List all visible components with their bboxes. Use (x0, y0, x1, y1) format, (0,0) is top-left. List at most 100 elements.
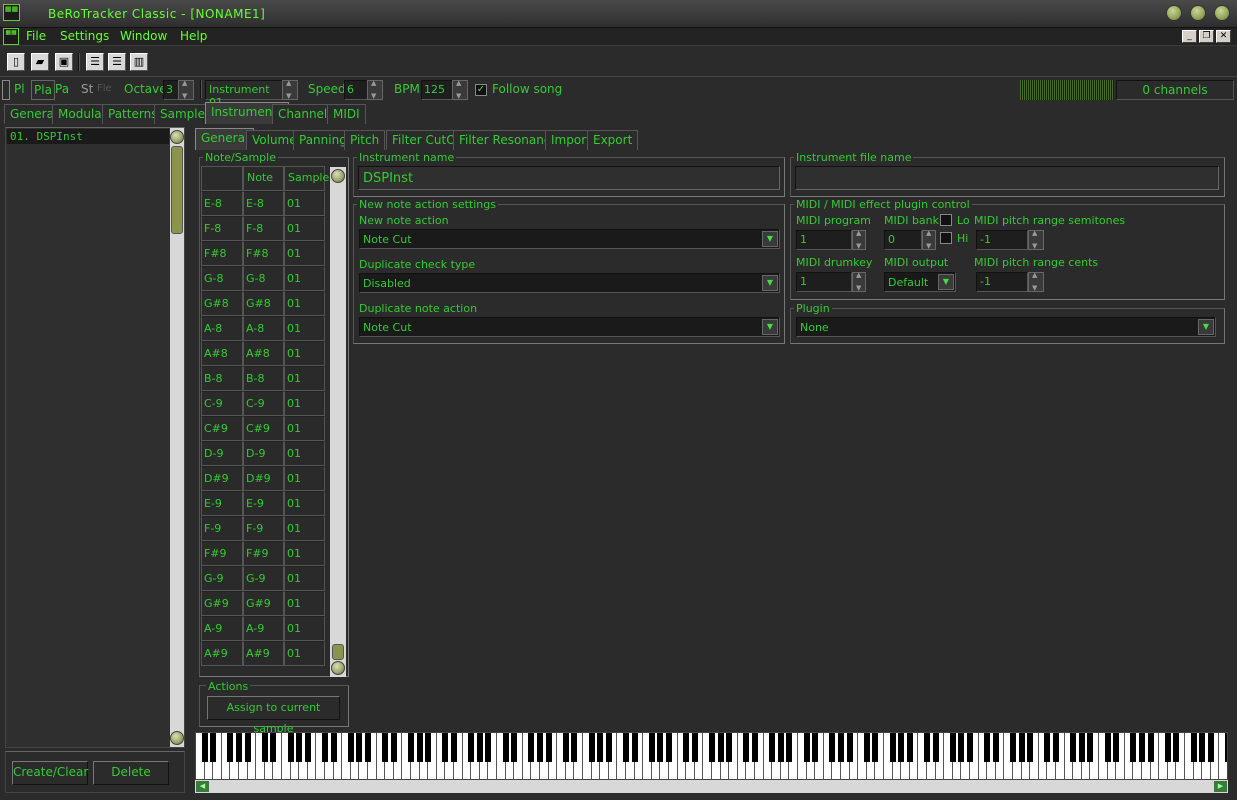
plugin-select[interactable]: None ▼ (796, 317, 1216, 337)
instrument-select[interactable]: Instrument 01 (205, 80, 283, 109)
grid-row-note[interactable]: F#9 (243, 541, 284, 566)
piano-black-key[interactable] (648, 733, 655, 762)
piano-black-key[interactable] (605, 733, 612, 762)
grid-row-key[interactable]: F-9 (201, 516, 243, 541)
piano-black-key[interactable] (691, 733, 698, 762)
piano-black-key[interactable] (296, 733, 303, 762)
speed-spinner[interactable] (367, 79, 383, 100)
grid-row-note[interactable]: C-9 (243, 391, 284, 416)
scroll-down-icon[interactable] (331, 661, 345, 675)
mdi-restore-icon[interactable]: ❐ (1199, 30, 1214, 43)
piano-black-key[interactable] (1199, 733, 1206, 762)
piano-black-key[interactable] (984, 733, 991, 762)
grid-row-key[interactable]: A-8 (201, 316, 243, 341)
grid-row-key[interactable]: A#8 (201, 341, 243, 366)
midi-bank-hi-checkbox[interactable] (940, 232, 952, 244)
piano-black-key[interactable] (923, 733, 930, 762)
piano-black-key[interactable] (1027, 733, 1034, 762)
layout-2-icon[interactable]: ☰ (108, 53, 126, 71)
piano-black-key[interactable] (511, 733, 518, 762)
grid-row-note[interactable]: D#9 (243, 466, 284, 491)
piano-black-key[interactable] (872, 733, 879, 762)
piano-black-key[interactable] (485, 733, 492, 762)
piano-black-key[interactable] (356, 733, 363, 762)
grid-row-key[interactable]: E-8 (201, 191, 243, 216)
grid-row-key[interactable]: A-9 (201, 616, 243, 641)
scroll-left-icon[interactable]: ◀ (196, 781, 209, 792)
grid-row-key[interactable]: A#9 (201, 641, 243, 666)
mini-tab-pl[interactable]: Pl (14, 80, 25, 100)
grid-row-sample[interactable]: 01 (284, 216, 325, 241)
piano-black-key[interactable] (786, 733, 793, 762)
piano-black-key[interactable] (468, 733, 475, 762)
piano-black-key[interactable] (992, 733, 999, 762)
instrument-list-scrollbar[interactable] (170, 128, 184, 747)
grid-row-note[interactable]: A-8 (243, 316, 284, 341)
grid-row-sample[interactable]: 01 (284, 191, 325, 216)
grid-row-note[interactable]: B-8 (243, 366, 284, 391)
instrument-name-input[interactable]: DSPInst (358, 166, 780, 190)
piano-black-key[interactable] (1070, 733, 1077, 762)
grid-row-note[interactable]: E-9 (243, 491, 284, 516)
bpm-spinner[interactable] (452, 79, 468, 100)
grid-row-key[interactable]: B-8 (201, 366, 243, 391)
grid-row-key[interactable]: D-9 (201, 441, 243, 466)
inst-tab-export[interactable]: Export (587, 130, 639, 150)
grid-row-sample[interactable]: 01 (284, 616, 325, 641)
midi-program-input[interactable]: 1 (796, 230, 852, 250)
grid-row-key[interactable]: G-8 (201, 266, 243, 291)
close-window-button[interactable] (1214, 5, 1230, 21)
menu-settings[interactable]: Settings (60, 29, 109, 43)
piano-black-key[interactable] (1009, 733, 1016, 762)
duplicate-check-type-select[interactable]: Disabled ▼ (359, 273, 780, 293)
midi-bank-lo-checkbox[interactable] (940, 214, 952, 226)
mdi-minimize-icon[interactable]: _ (1182, 30, 1197, 43)
midi-pitch-cents-input[interactable]: -1 (976, 272, 1028, 292)
piano-black-key[interactable] (812, 733, 819, 762)
piano-black-key[interactable] (743, 733, 750, 762)
scroll-down-icon[interactable] (170, 731, 184, 745)
piano-black-key[interactable] (1190, 733, 1197, 762)
grid-row-note[interactable]: A#8 (243, 341, 284, 366)
grid-row-sample[interactable]: 01 (284, 466, 325, 491)
grid-row-sample[interactable]: 01 (284, 391, 325, 416)
piano-black-key[interactable] (597, 733, 604, 762)
maximize-window-button[interactable] (1190, 5, 1206, 21)
piano-scrollbar[interactable]: ◀ ▶ (195, 780, 1228, 793)
piano-black-key[interactable] (1052, 733, 1059, 762)
octave-spinner[interactable] (178, 79, 194, 100)
menu-file[interactable]: File (26, 29, 46, 43)
speed-input[interactable]: 6 (344, 80, 368, 100)
grid-row-key[interactable]: F-8 (201, 216, 243, 241)
piano-black-key[interactable] (390, 733, 397, 762)
scrollbar-thumb[interactable] (332, 644, 344, 660)
grid-row-note[interactable]: F-8 (243, 216, 284, 241)
grid-row-note[interactable]: F-9 (243, 516, 284, 541)
scroll-right-icon[interactable]: ▶ (1214, 781, 1227, 792)
midi-drumkey-spinner[interactable] (852, 271, 866, 292)
instrument-list[interactable]: 01. DSPInst (5, 127, 185, 748)
chevron-down-icon[interactable]: ▼ (762, 319, 778, 335)
piano-black-key[interactable] (837, 733, 844, 762)
piano-black-key[interactable] (1044, 733, 1051, 762)
piano-black-key[interactable] (1130, 733, 1137, 762)
bpm-input[interactable]: 125 (421, 80, 453, 100)
chevron-down-icon[interactable]: ▼ (762, 275, 778, 291)
grid-row-key[interactable]: G#8 (201, 291, 243, 316)
grid-row-note[interactable]: D-9 (243, 441, 284, 466)
piano-black-key[interactable] (889, 733, 896, 762)
mini-tab-st[interactable]: St (81, 80, 93, 100)
midi-drumkey-input[interactable]: 1 (796, 272, 852, 292)
grid-row-sample[interactable]: 01 (284, 316, 325, 341)
grid-row-sample[interactable]: 01 (284, 441, 325, 466)
grid-row-sample[interactable]: 01 (284, 541, 325, 566)
piano-black-key[interactable] (1147, 733, 1154, 762)
piano-black-key[interactable] (588, 733, 595, 762)
scrollbar-thumb[interactable] (171, 146, 183, 234)
grid-row-note[interactable]: G#8 (243, 291, 284, 316)
grid-row-key[interactable]: D#9 (201, 466, 243, 491)
piano-black-key[interactable] (235, 733, 242, 762)
midi-bank-input[interactable]: 0 (884, 230, 922, 250)
midi-bank-spinner[interactable] (922, 229, 936, 250)
piano-black-key[interactable] (665, 733, 672, 762)
